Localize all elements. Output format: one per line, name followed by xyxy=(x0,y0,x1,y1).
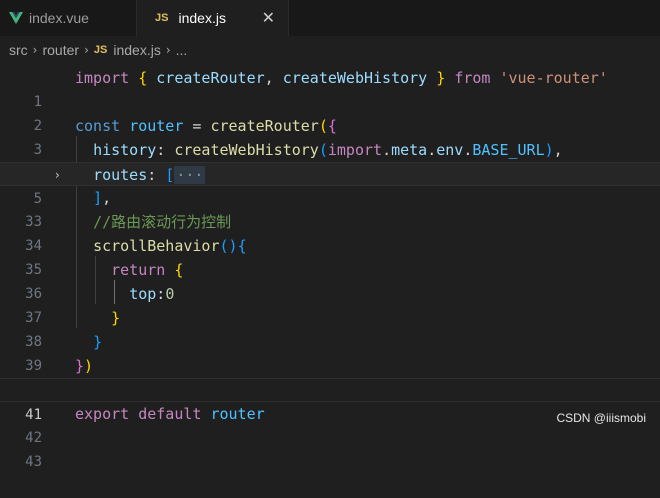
breadcrumb-item-symbols[interactable]: ... xyxy=(176,42,188,58)
js-icon: JS xyxy=(93,44,108,56)
breadcrumb: src › router › JS index.js › ... xyxy=(0,36,660,64)
js-icon: JS xyxy=(155,12,169,24)
code-line-current: 41 xyxy=(0,378,660,423)
code-line: 39 } xyxy=(0,330,660,374)
tab-index-vue[interactable]: index.vue xyxy=(0,0,137,36)
chevron-right-icon: › xyxy=(84,43,89,57)
breadcrumb-item-src[interactable]: src xyxy=(9,42,28,58)
folded-ellipsis[interactable]: ··· xyxy=(174,166,206,184)
close-icon[interactable]: ✕ xyxy=(262,8,275,27)
chevron-right-icon: › xyxy=(165,43,171,57)
code-line: 38 } xyxy=(0,306,660,350)
code-line: 3 const router = createRouter({ xyxy=(0,114,660,158)
code-line: 4 history: createWebHistory(import.meta.… xyxy=(0,138,660,182)
watermark: CSDN @iiismobi xyxy=(556,411,646,425)
vue-icon xyxy=(9,12,23,24)
chevron-right-icon[interactable]: › xyxy=(55,163,60,187)
code-line: 35 scrollBehavior(){ xyxy=(0,234,660,278)
code-line: 37 top:0 xyxy=(0,282,660,326)
code-editor[interactable]: 1 import { createRouter, createWebHistor… xyxy=(0,64,660,470)
code-line: 43 xyxy=(0,426,660,470)
breadcrumb-item-file[interactable]: index.js xyxy=(113,42,160,58)
tab-label: index.js xyxy=(178,10,226,26)
line-number: 43 xyxy=(25,454,42,470)
tab-bar: index.vue JS index.js ✕ xyxy=(0,0,660,36)
breadcrumb-item-router[interactable]: router xyxy=(42,42,79,58)
code-line: 1 import { createRouter, createWebHistor… xyxy=(0,66,660,110)
code-line: 36 return { xyxy=(0,258,660,302)
chevron-right-icon: › xyxy=(32,43,38,57)
tab-label: index.vue xyxy=(29,10,89,26)
code-line-folded: 5 › routes: [··· xyxy=(0,162,660,207)
tab-index-js[interactable]: JS index.js ✕ xyxy=(137,0,289,36)
code-line: 33 ], xyxy=(0,186,660,230)
code-line: 40 }) xyxy=(0,354,660,398)
code-line: 2 xyxy=(0,90,660,134)
code-line: 34 //路由滚动行为控制 xyxy=(0,210,660,254)
